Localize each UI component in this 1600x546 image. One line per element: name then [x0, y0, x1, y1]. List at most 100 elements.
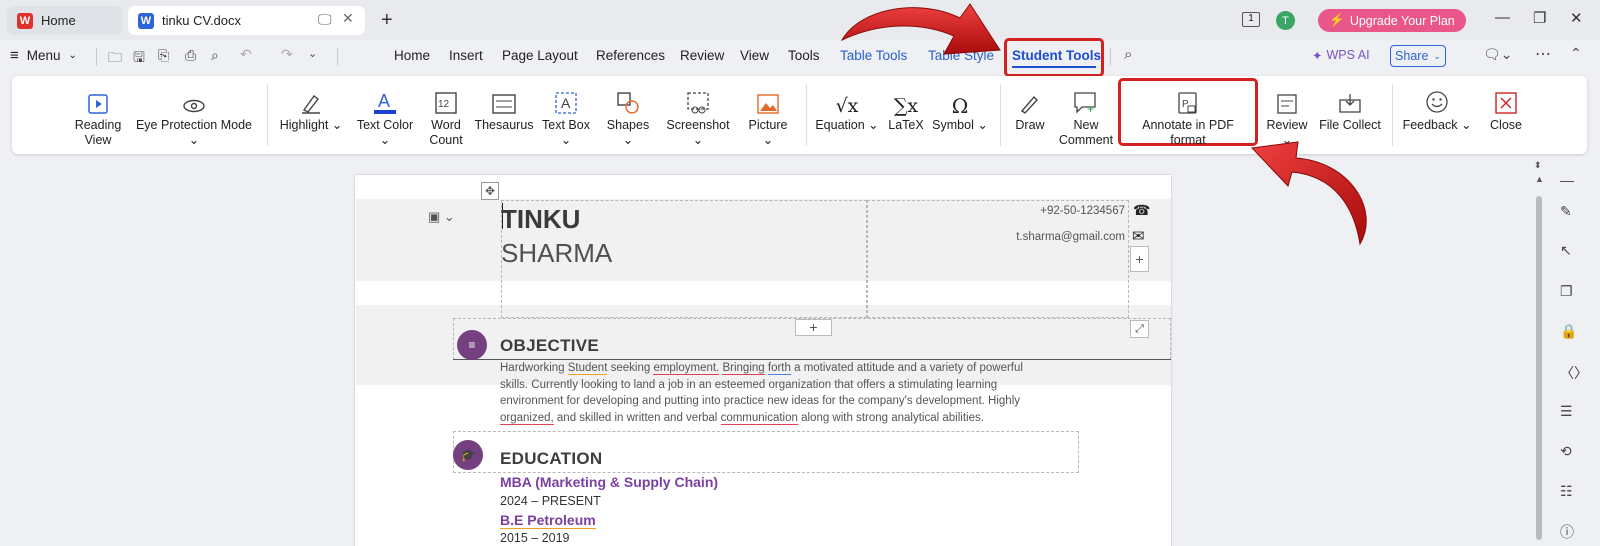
- menu-tab-student-tools[interactable]: Student Tools: [1012, 48, 1101, 63]
- email-address[interactable]: t.sharma@gmail.com: [980, 231, 1125, 243]
- reading-view-button[interactable]: Reading View: [72, 90, 124, 148]
- highlight-button[interactable]: Highlight ⌄: [278, 90, 344, 133]
- lock-icon[interactable]: 🔒: [1560, 323, 1577, 340]
- upgrade-plan-label: Upgrade Your Plan: [1349, 13, 1455, 28]
- phone-icon: ☎: [1133, 202, 1151, 218]
- avatar[interactable]: T: [1276, 11, 1295, 30]
- menu-tab-page-layout[interactable]: Page Layout: [502, 48, 578, 63]
- symbol-button[interactable]: Ω Symbol ⌄: [932, 90, 988, 133]
- close-label: Close: [1490, 118, 1522, 132]
- menu-tab-review[interactable]: Review: [680, 48, 724, 63]
- text-color-button[interactable]: A Text Color ⌄: [352, 90, 418, 148]
- new-tab-button[interactable]: +: [381, 9, 393, 32]
- word-count-button[interactable]: 12 Word Count: [422, 90, 470, 148]
- menu-tab-view[interactable]: View: [740, 48, 769, 63]
- thesaurus-button[interactable]: Thesaurus: [474, 90, 534, 133]
- objective-heading[interactable]: OBJECTIVE: [500, 336, 599, 356]
- menu-tab-home[interactable]: Home: [394, 48, 430, 63]
- search-icon[interactable]: ⌕: [1124, 46, 1132, 63]
- tab-document[interactable]: W tinku CV.docx 🖵 ✕: [128, 6, 365, 35]
- copy-icon[interactable]: ❐: [1560, 283, 1573, 300]
- outline-icon[interactable]: ☷: [1560, 483, 1573, 500]
- omega-icon: Ω: [951, 94, 969, 118]
- feedback-button[interactable]: Feedback ⌄: [1402, 90, 1472, 133]
- menu-tab-insert[interactable]: Insert: [449, 48, 483, 63]
- sliders-icon[interactable]: ☰: [1560, 403, 1573, 420]
- share-button[interactable]: Share ⌄: [1390, 45, 1446, 67]
- scroll-up-arrow-icon[interactable]: ▲: [1535, 174, 1544, 184]
- collapse-sidebar-icon[interactable]: —: [1560, 172, 1574, 188]
- equation-button[interactable]: √x Equation ⌄: [815, 90, 879, 133]
- draw-button[interactable]: Draw: [1012, 90, 1048, 133]
- reading-view-icon: [72, 90, 124, 114]
- restore-button[interactable]: ❐: [1533, 9, 1546, 27]
- objective-text[interactable]: Hardworking Student seeking employment. …: [500, 360, 1070, 426]
- export-pdf-icon[interactable]: ⎘: [158, 47, 169, 64]
- table-resize-icon[interactable]: ⤢: [1130, 320, 1149, 338]
- minimize-button[interactable]: —: [1495, 9, 1510, 26]
- close-tab-icon[interactable]: ✕: [342, 10, 354, 27]
- scrollbar-thumb[interactable]: [1536, 196, 1542, 540]
- page-count-indicator[interactable]: 1: [1242, 12, 1260, 27]
- table-layout-icon[interactable]: ▣ ⌄: [428, 209, 455, 225]
- shapes-button[interactable]: Shapes ⌄: [600, 90, 656, 148]
- code-icon[interactable]: 〈〉: [1560, 363, 1588, 383]
- ribbon-separator: [1000, 84, 1001, 146]
- education-degree-2[interactable]: B.E Petroleum: [500, 512, 596, 529]
- screenshot-button[interactable]: Screenshot ⌄: [660, 90, 736, 148]
- education-years-2[interactable]: 2015 – 2019: [500, 531, 570, 545]
- education-years-1[interactable]: 2024 – PRESENT: [500, 494, 601, 508]
- tab-home[interactable]: W Home: [7, 6, 123, 35]
- undo-icon[interactable]: ↶: [240, 46, 252, 63]
- eye-icon: [134, 90, 254, 114]
- upgrade-plan-button[interactable]: ⚡ Upgrade Your Plan: [1318, 9, 1466, 32]
- objective-list-icon: ≡: [457, 330, 487, 360]
- print-icon[interactable]: ⎙: [185, 47, 196, 64]
- history-icon[interactable]: ⟲: [1560, 443, 1572, 460]
- edit-pen-icon[interactable]: ✎: [1560, 203, 1572, 220]
- annotate-in-pdf-format-button[interactable]: P Annotate in PDF format: [1124, 90, 1252, 148]
- monitor-icon[interactable]: 🖵: [318, 11, 332, 28]
- red-arrow-to-student-tools: [840, 3, 1001, 55]
- open-folder-icon[interactable]: 🗀: [108, 47, 122, 71]
- menu-tab-references[interactable]: References: [596, 48, 665, 63]
- add-column-button[interactable]: +: [795, 319, 832, 336]
- close-icon: [1486, 90, 1526, 114]
- add-row-button[interactable]: +: [1130, 246, 1149, 272]
- divider: [1110, 48, 1111, 66]
- wps-ai-button[interactable]: ✦ WPS AI: [1312, 48, 1370, 63]
- equation-label: Equation: [815, 118, 865, 132]
- phone-number[interactable]: +92-50-1234567: [1000, 205, 1125, 217]
- thesaurus-label: Thesaurus: [474, 118, 534, 132]
- text-color-icon: A: [352, 90, 418, 114]
- close-student-tools-button[interactable]: Close: [1486, 90, 1526, 133]
- quick-access-dropdown-icon[interactable]: ⌄: [308, 47, 317, 60]
- select-cursor-icon[interactable]: ↖: [1560, 242, 1572, 259]
- table-move-handle-icon[interactable]: ✥: [481, 182, 499, 200]
- first-name[interactable]: TINKU: [501, 204, 580, 235]
- collapse-ribbon-icon[interactable]: ⌃: [1570, 45, 1582, 62]
- picture-button[interactable]: Picture ⌄: [742, 90, 794, 148]
- menu-button[interactable]: ≡ Menu ⌄: [10, 47, 77, 64]
- menu-tab-tools[interactable]: Tools: [788, 48, 820, 63]
- close-window-button[interactable]: ✕: [1570, 9, 1583, 27]
- text-box-button[interactable]: A Text Box ⌄: [536, 90, 596, 148]
- save-icon[interactable]: 🖫: [133, 47, 145, 71]
- education-heading[interactable]: EDUCATION: [500, 449, 603, 469]
- scroll-up-icon[interactable]: ⬍: [1534, 160, 1542, 171]
- redo-icon[interactable]: ↷: [281, 46, 293, 63]
- comments-icon[interactable]: 🗨⌄: [1483, 46, 1513, 63]
- menu-label: Menu: [26, 48, 61, 63]
- latex-button[interactable]: ∑x LaTeX: [886, 90, 926, 133]
- new-comment-button[interactable]: + New Comment: [1058, 90, 1114, 148]
- eye-protection-mode-button[interactable]: Eye Protection Mode ⌄: [134, 90, 254, 148]
- thesaurus-icon: [474, 90, 534, 114]
- more-icon[interactable]: ⋯: [1535, 44, 1551, 64]
- education-degree-1[interactable]: MBA (Marketing & Supply Chain): [500, 474, 718, 490]
- last-name[interactable]: SHARMA: [501, 238, 612, 269]
- file-collect-icon: [1318, 90, 1382, 114]
- help-icon[interactable]: ⓘ: [1560, 522, 1574, 542]
- print-preview-icon[interactable]: ⌕: [211, 47, 219, 64]
- file-collect-button[interactable]: File Collect: [1318, 90, 1382, 133]
- scissors-icon: [660, 90, 736, 114]
